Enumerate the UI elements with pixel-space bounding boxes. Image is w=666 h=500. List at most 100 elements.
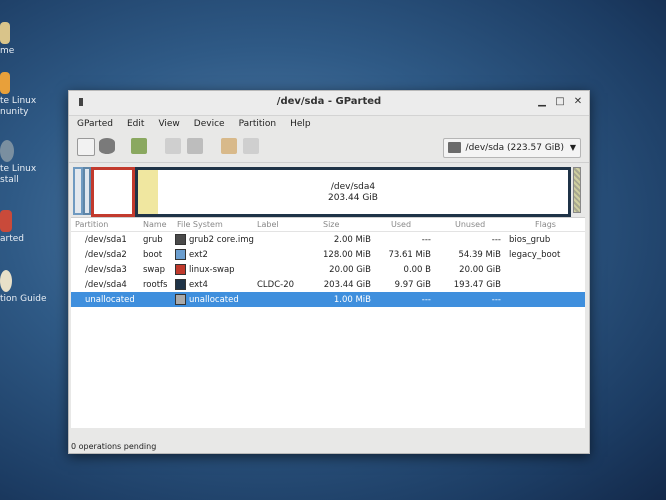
- cell-size: 2.00 MiB: [333, 235, 371, 245]
- table-row[interactable]: unallocated unallocated 1.00 MiB --- ---: [71, 292, 585, 307]
- cell-unused: 54.39 MiB: [458, 250, 501, 260]
- apply-icon[interactable]: [243, 138, 259, 154]
- minimize-icon[interactable]: ▁: [535, 95, 549, 109]
- column-name[interactable]: Name: [143, 220, 167, 229]
- cell-size: 203.44 GiB: [323, 280, 371, 290]
- fs-color-swatch: [175, 279, 186, 290]
- cell-flags: legacy_boot: [509, 250, 561, 260]
- table-row[interactable]: /dev/sda3 swap linux-swap 20.00 GiB 0.00 B 20…: [71, 262, 585, 277]
- maximize-icon[interactable]: □: [553, 95, 567, 109]
- graph-sda4-name: /dev/sda4: [330, 182, 376, 192]
- device-selector-value: /dev/sda (223.57 GiB): [465, 143, 564, 153]
- guide-icon: [0, 270, 12, 292]
- graph-unallocated[interactable]: [573, 167, 581, 213]
- new-partition-icon[interactable]: [77, 138, 95, 156]
- menu-view[interactable]: View: [156, 116, 181, 132]
- home-folder-icon: [0, 22, 10, 44]
- cell-unused: 193.47 GiB: [453, 280, 501, 290]
- desktop-icon-label: te Linux nunity: [0, 96, 37, 117]
- paste-icon[interactable]: [187, 138, 203, 154]
- column-unused[interactable]: Unused: [455, 220, 485, 229]
- cell-file-system: ext4: [189, 280, 208, 290]
- cell-partition: /dev/sda1: [85, 235, 127, 245]
- desktop-icon-community[interactable]: te Linux nunity: [0, 72, 60, 118]
- cell-unused: ---: [491, 235, 501, 245]
- table-body: /dev/sda1 grub grub2 core.img 2.00 MiB --- --…: [71, 232, 585, 307]
- cell-file-system: grub2 core.img: [189, 235, 254, 245]
- table-row[interactable]: /dev/sda4 rootfs ext4 CLDC-20 203.44 GiB 9.97…: [71, 277, 585, 292]
- chevron-down-icon: ▼: [569, 143, 576, 152]
- device-selector[interactable]: /dev/sda (223.57 GiB) ▼: [442, 138, 581, 158]
- graph-sda4-size: 203.44 GiB: [327, 193, 378, 203]
- cell-unused: 20.00 GiB: [459, 265, 501, 275]
- cell-name: grub: [143, 235, 163, 245]
- copy-icon[interactable]: [165, 138, 181, 154]
- cell-label: CLDC-20: [257, 280, 295, 290]
- cell-partition: /dev/sda3: [85, 265, 127, 275]
- menu-gparted[interactable]: GParted: [75, 116, 115, 132]
- table-header: Partition Name File System Label Size Us…: [71, 218, 585, 232]
- menu-edit[interactable]: Edit: [125, 116, 146, 132]
- partition-table: Partition Name File System Label Size Us…: [71, 217, 585, 428]
- gparted-window: /dev/sda - GParted ▁ □ ✕ GParted Edit Vi…: [68, 90, 590, 454]
- cell-unused: ---: [491, 295, 501, 305]
- desktop-icon-label: arted: [0, 234, 24, 244]
- close-icon[interactable]: ✕: [571, 95, 585, 109]
- desktop-icon-label: me: [0, 46, 15, 56]
- cell-used: ---: [421, 235, 431, 245]
- cell-used: ---: [421, 295, 431, 305]
- cell-partition: /dev/sda4: [85, 280, 127, 290]
- install-icon: [0, 140, 14, 162]
- table-row[interactable]: /dev/sda2 boot ext2 128.00 MiB 73.61 MiB 54.3…: [71, 247, 585, 262]
- menu-bar: GParted Edit View Device Partition Help: [69, 116, 589, 132]
- column-file-system[interactable]: File System: [177, 220, 223, 229]
- fs-color-swatch: [175, 294, 186, 305]
- graph-partition-sda4[interactable]: /dev/sda4 203.44 GiB: [135, 167, 571, 217]
- cell-partition: /dev/sda2: [85, 250, 127, 260]
- column-size[interactable]: Size: [323, 220, 339, 229]
- cell-name: swap: [143, 265, 165, 275]
- cell-name: boot: [143, 250, 163, 260]
- resize-move-icon[interactable]: [131, 138, 147, 154]
- cell-size: 20.00 GiB: [329, 265, 371, 275]
- community-icon: [0, 72, 10, 94]
- menu-help[interactable]: Help: [288, 116, 313, 132]
- fs-color-swatch: [175, 249, 186, 260]
- cell-flags: bios_grub: [509, 235, 551, 245]
- window-title: /dev/sda - GParted: [276, 96, 382, 107]
- desktop-icon-gparted[interactable]: arted: [0, 210, 60, 245]
- menu-partition[interactable]: Partition: [237, 116, 279, 132]
- cell-partition: unallocated: [85, 295, 135, 305]
- table-row[interactable]: /dev/sda1 grub grub2 core.img 2.00 MiB --- --…: [71, 232, 585, 247]
- desktop-icon-install[interactable]: te Linux stall: [0, 140, 60, 186]
- undo-icon[interactable]: [221, 138, 237, 154]
- cell-used: 0.00 B: [403, 265, 431, 275]
- graph-partition-sda1[interactable]: [73, 167, 83, 215]
- gparted-icon: [0, 210, 12, 232]
- cell-file-system: ext2: [189, 250, 208, 260]
- title-bar[interactable]: /dev/sda - GParted ▁ □ ✕: [69, 91, 589, 116]
- graph-partition-sda2[interactable]: [83, 167, 91, 215]
- status-bar: 0 operations pending: [71, 442, 157, 451]
- graph-partition-sda3[interactable]: [91, 167, 135, 217]
- column-label[interactable]: Label: [257, 220, 279, 229]
- delete-partition-icon[interactable]: [99, 138, 115, 154]
- cell-size: 1.00 MiB: [333, 295, 371, 305]
- partition-graph: /dev/sda4 203.44 GiB: [73, 165, 583, 217]
- graph-partition-label: /dev/sda4 203.44 GiB: [138, 182, 568, 204]
- column-partition[interactable]: Partition: [75, 220, 108, 229]
- toolbar: /dev/sda (223.57 GiB) ▼: [69, 132, 589, 163]
- desktop-icon-guide[interactable]: tion Guide: [0, 270, 60, 305]
- menu-device[interactable]: Device: [192, 116, 227, 132]
- cell-used: 73.61 MiB: [388, 250, 431, 260]
- column-used[interactable]: Used: [391, 220, 411, 229]
- cell-file-system: unallocated: [189, 295, 239, 305]
- hard-disk-icon: [447, 142, 461, 153]
- column-flags[interactable]: Flags: [535, 220, 556, 229]
- cell-used: 9.97 GiB: [394, 280, 431, 290]
- desktop-icon-label: te Linux stall: [0, 164, 37, 185]
- fs-color-swatch: [175, 234, 186, 245]
- cell-file-system: linux-swap: [189, 265, 235, 275]
- desktop-icon-home[interactable]: me: [0, 22, 60, 57]
- cell-name: rootfs: [143, 280, 168, 290]
